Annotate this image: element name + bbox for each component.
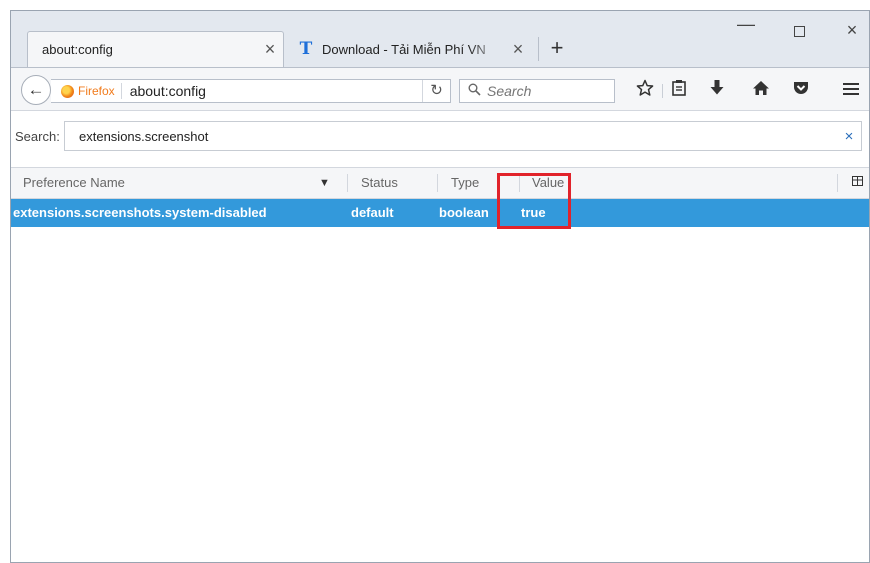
home-icon[interactable] [747,77,775,105]
filter-label: Search: [15,128,60,144]
identity-label: Firefox [78,84,115,98]
column-status[interactable]: Status [361,168,398,198]
search-bar[interactable] [459,79,615,103]
filter-input[interactable] [79,128,799,144]
annotation-highlight-box [497,173,571,229]
url-bar[interactable]: Firefox about:config ↻ [51,79,451,103]
search-input[interactable] [487,83,607,99]
tab-title: Download - Tải Miễn Phí VN [322,41,486,57]
toolbar-divider [662,84,663,98]
url-text[interactable]: about:config [122,83,422,99]
reading-list-icon[interactable] [665,77,693,105]
filter-field[interactable]: × [64,121,862,151]
maximize-icon [793,26,805,37]
column-divider [837,174,838,192]
tab-close-icon[interactable]: × [257,39,283,60]
tab-about-config[interactable]: about:config × [27,31,284,67]
tab-strip: about:config × T Download - Tải Miễn Phí… [11,11,869,67]
column-preference-name[interactable]: Preference Name [23,168,125,198]
firefox-logo-icon [61,84,74,98]
maximize-button[interactable] [774,19,824,47]
column-divider[interactable] [347,174,348,192]
pocket-icon[interactable] [787,77,815,105]
back-button[interactable]: ← [21,75,51,105]
menu-icon[interactable] [837,77,865,105]
tab-divider [538,37,539,61]
table-row[interactable]: extensions.screenshots.system-disabled d… [11,199,869,227]
minimize-button[interactable]: — [721,15,771,47]
reload-icon[interactable]: ↻ [422,80,450,102]
tab-close-icon[interactable]: × [505,39,531,60]
preference-name-cell: extensions.screenshots.system-disabled [13,205,267,220]
filter-bar: Search: × [11,119,869,153]
column-type[interactable]: Type [451,168,479,198]
about-config-page: Search: × Preference Name ▼ Status Type … [11,111,869,562]
status-cell: default [351,205,394,220]
tab-favicon-icon: T [299,39,313,59]
column-picker-icon[interactable] [852,168,863,198]
new-tab-button[interactable]: + [543,35,571,63]
type-cell: boolean [439,205,489,220]
tab-download[interactable]: T Download - Tải Miễn Phí VN × [291,31,531,67]
clear-filter-icon[interactable]: × [837,128,861,145]
browser-window: about:config × T Download - Tải Miễn Phí… [10,10,870,563]
column-divider[interactable] [437,174,438,192]
star-icon[interactable] [631,77,659,105]
sort-descending-icon[interactable]: ▼ [319,168,330,198]
column-header: Preference Name ▼ Status Type Value [11,167,869,199]
download-icon[interactable] [703,77,731,105]
site-identity[interactable]: Firefox [51,83,122,99]
navigation-toolbar: Firefox about:config ↻ ← [11,67,869,111]
search-icon [468,83,481,99]
close-window-button[interactable]: × [827,19,869,47]
tab-title: about:config [42,42,113,57]
